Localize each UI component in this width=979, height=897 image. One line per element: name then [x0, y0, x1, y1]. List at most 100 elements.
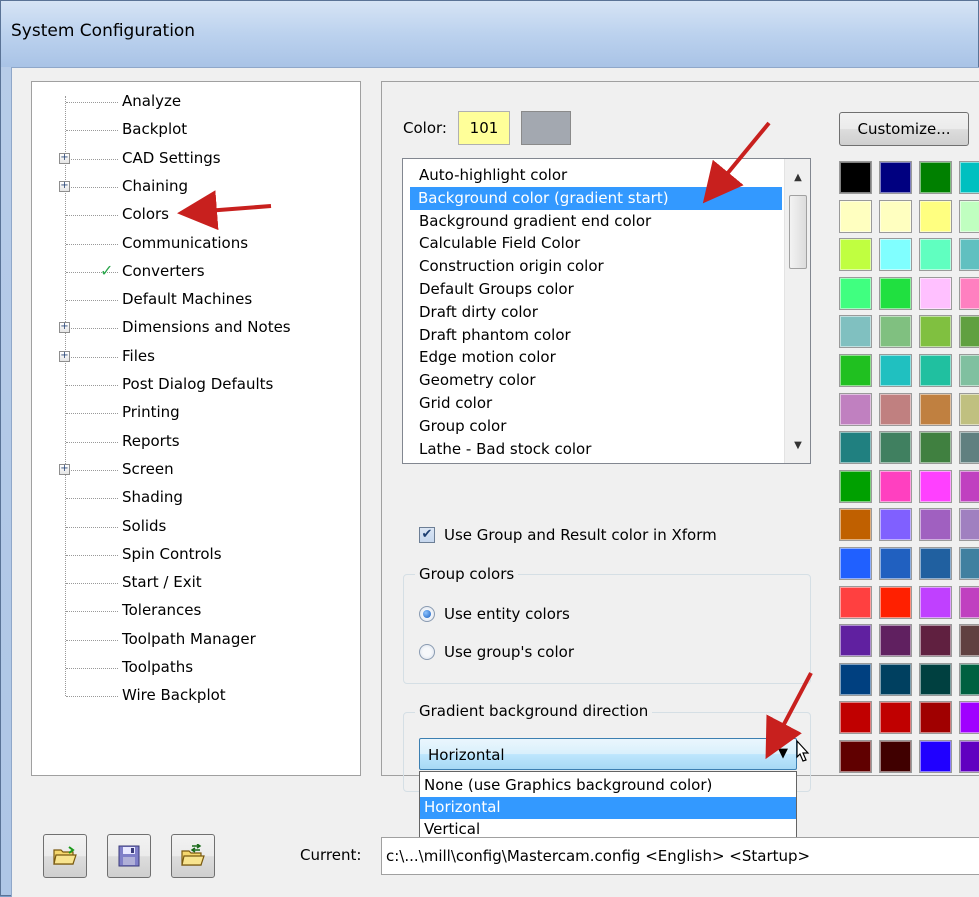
palette-swatch[interactable]	[959, 354, 979, 387]
palette-swatch[interactable]	[879, 662, 912, 696]
tree-item-solids[interactable]: Solids	[32, 513, 352, 541]
palette-swatch[interactable]	[959, 238, 979, 272]
tree-item-default-machines[interactable]: Default Machines	[32, 286, 352, 314]
palette-swatch[interactable]	[839, 624, 872, 658]
color-list-item[interactable]: Group color	[411, 415, 776, 438]
palette-swatch[interactable]	[919, 354, 952, 387]
palette-swatch[interactable]	[839, 238, 872, 272]
tree-item-cad-settings[interactable]: + CAD Settings	[32, 145, 352, 173]
palette-swatch[interactable]	[839, 508, 872, 542]
palette-swatch[interactable]	[919, 431, 952, 465]
list-scrollbar[interactable]: ▲ ▼	[784, 159, 810, 463]
customize-button[interactable]: Customize...	[839, 112, 969, 146]
palette-swatch[interactable]	[839, 469, 872, 503]
tree-item-converters[interactable]: ✓ Converters	[32, 258, 352, 286]
palette-swatch[interactable]	[919, 199, 952, 233]
palette-swatch[interactable]	[959, 701, 979, 735]
merge-config-button[interactable]	[171, 834, 215, 878]
palette-swatch[interactable]	[919, 701, 952, 735]
color-list-item[interactable]: Background color (gradient start)	[410, 186, 782, 210]
tree-item-shading[interactable]: Shading	[32, 484, 352, 512]
palette-swatch[interactable]	[959, 662, 979, 696]
scroll-up-icon[interactable]: ▲	[785, 167, 811, 189]
palette-swatch[interactable]	[919, 508, 952, 542]
palette-swatch[interactable]	[879, 315, 912, 349]
color-list-item[interactable]: Draft dirty color	[411, 301, 776, 324]
palette-swatch[interactable]	[879, 740, 912, 773]
palette-swatch[interactable]	[959, 431, 979, 465]
tree-item-toolpath-manager[interactable]: Toolpath Manager	[32, 626, 352, 654]
palette-swatch[interactable]	[959, 624, 979, 658]
palette-swatch[interactable]	[919, 276, 952, 310]
dropdown-arrow-icon[interactable]: ▼	[778, 746, 788, 761]
expand-plus-icon[interactable]: +	[59, 322, 70, 334]
expand-plus-icon[interactable]: +	[59, 180, 70, 192]
palette-swatch[interactable]	[919, 547, 952, 580]
palette-swatch[interactable]	[919, 161, 952, 194]
color-list-item[interactable]: Background gradient end color	[411, 210, 776, 233]
save-config-button[interactable]	[107, 834, 151, 878]
palette-swatch[interactable]	[879, 701, 912, 735]
scroll-down-icon[interactable]: ▼	[785, 435, 811, 457]
tree-item-spin-controls[interactable]: Spin Controls	[32, 541, 352, 569]
tree-item-files[interactable]: + Files	[32, 343, 352, 371]
tree-item-reports[interactable]: Reports	[32, 428, 352, 456]
color-list-item[interactable]: Edge motion color	[411, 346, 776, 369]
palette-swatch[interactable]	[839, 662, 872, 696]
palette-swatch[interactable]	[839, 431, 872, 465]
palette-swatch[interactable]	[919, 238, 952, 272]
use-group-color-radio[interactable]	[419, 644, 435, 660]
palette-swatch[interactable]	[959, 161, 979, 194]
color-list-item[interactable]: Auto-highlight color	[411, 164, 776, 187]
palette-swatch[interactable]	[879, 161, 912, 194]
palette-swatch[interactable]	[919, 585, 952, 619]
palette-swatch[interactable]	[919, 740, 952, 773]
gradient-option[interactable]: None (use Graphics background color)	[420, 775, 796, 797]
palette-swatch[interactable]	[879, 354, 912, 387]
open-config-button[interactable]	[43, 834, 87, 878]
tree-item-toolpaths[interactable]: Toolpaths	[32, 654, 352, 682]
color-item-list[interactable]: ▲ ▼ Auto-highlight color Background color…	[402, 158, 811, 464]
palette-swatch[interactable]	[879, 199, 912, 233]
tree-item-communications[interactable]: Communications	[32, 230, 352, 258]
palette-swatch[interactable]	[879, 238, 912, 272]
palette-swatch[interactable]	[959, 276, 979, 310]
gradient-option[interactable]: Horizontal	[420, 797, 796, 819]
color-list-item[interactable]: Lathe - Bad stock color	[411, 438, 776, 461]
use-group-result-checkbox[interactable]: ✔	[419, 527, 435, 543]
palette-swatch[interactable]	[959, 469, 979, 503]
color-list-item[interactable]: Calculable Field Color	[411, 232, 776, 255]
tree-item-backplot[interactable]: Backplot	[32, 116, 352, 144]
palette-swatch[interactable]	[839, 392, 872, 426]
color-preview-swatch[interactable]	[521, 111, 571, 145]
palette-swatch[interactable]	[839, 276, 872, 310]
expand-plus-icon[interactable]: +	[59, 463, 70, 475]
color-list-item[interactable]: Draft phantom color	[411, 324, 776, 347]
palette-swatch[interactable]	[839, 199, 872, 233]
palette-swatch[interactable]	[879, 508, 912, 542]
tree-item-start-exit[interactable]: Start / Exit	[32, 569, 352, 597]
color-list-item[interactable]: Geometry color	[411, 369, 776, 392]
color-number-field[interactable]: 101	[458, 111, 510, 145]
palette-swatch[interactable]	[839, 740, 872, 773]
palette-swatch[interactable]	[959, 547, 979, 580]
palette-swatch[interactable]	[919, 315, 952, 349]
palette-swatch[interactable]	[839, 585, 872, 619]
palette-swatch[interactable]	[839, 354, 872, 387]
tree-item-printing[interactable]: Printing	[32, 399, 352, 427]
palette-swatch[interactable]	[919, 392, 952, 426]
use-group-color-option[interactable]: Use group's color	[419, 643, 574, 661]
color-list-item[interactable]: Default Groups color	[411, 278, 776, 301]
scroll-thumb[interactable]	[789, 195, 807, 269]
palette-swatch[interactable]	[879, 276, 912, 310]
tree-item-post-dialog-defaults[interactable]: Post Dialog Defaults	[32, 371, 352, 399]
palette-swatch[interactable]	[919, 624, 952, 658]
palette-swatch[interactable]	[959, 199, 979, 233]
tree-item-wire-backplot[interactable]: Wire Backplot	[32, 682, 352, 710]
use-entity-colors-radio[interactable]	[419, 606, 435, 622]
palette-swatch[interactable]	[879, 624, 912, 658]
palette-swatch[interactable]	[959, 508, 979, 542]
palette-swatch[interactable]	[959, 740, 979, 773]
expand-plus-icon[interactable]: +	[59, 350, 70, 362]
palette-swatch[interactable]	[959, 585, 979, 619]
